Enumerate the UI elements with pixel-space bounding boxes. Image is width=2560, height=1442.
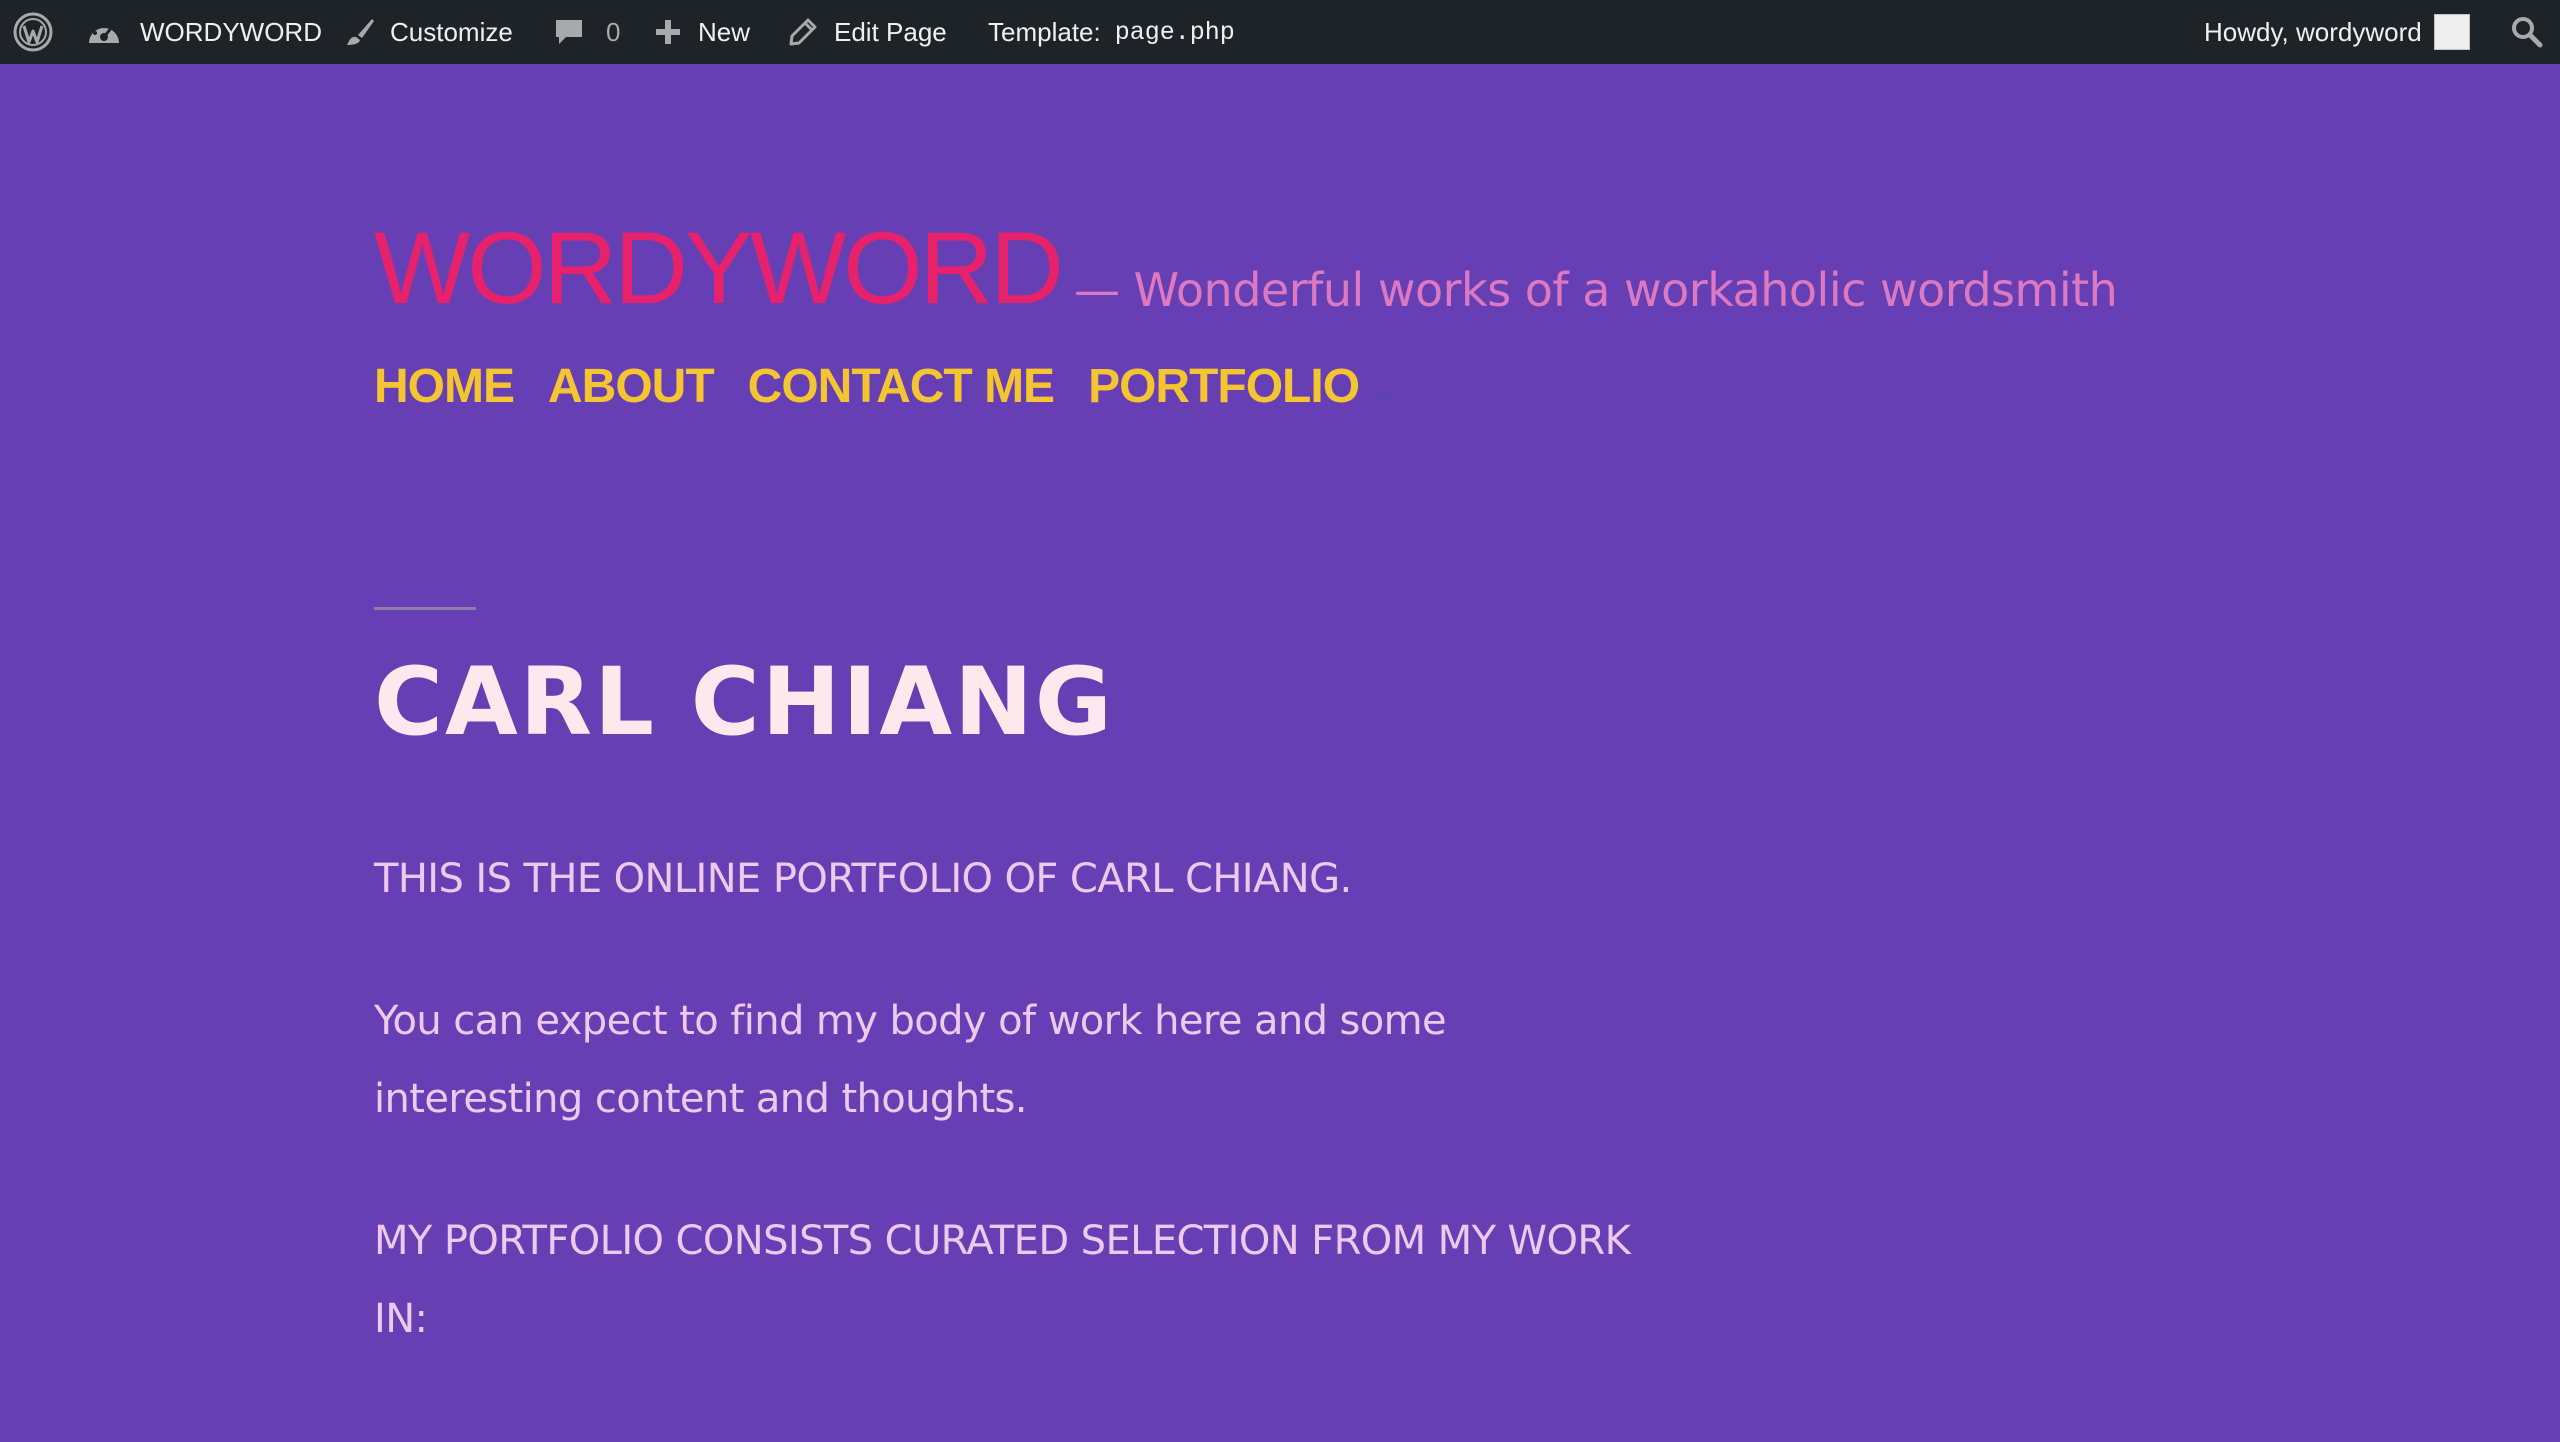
paintbrush-icon	[344, 16, 376, 48]
comments-link[interactable]: 0	[554, 0, 620, 64]
template-file: page.php	[1114, 17, 1235, 47]
edit-page-label: Edit Page	[834, 16, 947, 47]
comments-count: 0	[606, 16, 621, 47]
new-label: New	[698, 16, 751, 47]
nav-item-home[interactable]: HOME	[374, 355, 515, 419]
customize-label: Customize	[390, 16, 513, 47]
portfolio-paragraph: MY PORTFOLIO CONSISTS CURATED SELECTION …	[374, 1218, 1631, 1342]
nav-item-portfolio[interactable]: PORTFOLIO	[1088, 355, 1360, 419]
template-info[interactable]: Template: page.php	[988, 0, 1235, 64]
title-divider	[374, 607, 476, 610]
wordpress-logo-icon[interactable]	[12, 0, 54, 64]
intro-paragraph: THIS IS THE ONLINE PORTFOLIO OF CARL CHI…	[374, 856, 1352, 902]
nav-item-about[interactable]: ABOUT	[548, 355, 715, 419]
primary-navigation: HOME ABOUT CONTACT ME PORTFOLIO	[374, 352, 1397, 422]
plus-icon	[654, 18, 682, 46]
site-tagline: — Wonderful works of a workaholic wordsm…	[1074, 263, 2118, 317]
greeting-label: Howdy, wordyword	[2204, 16, 2422, 47]
search-icon[interactable]	[2510, 0, 2544, 64]
admin-bar: WORDYWORD Customize 0 New Edit Page Temp…	[0, 0, 2560, 64]
avatar	[2433, 14, 2470, 50]
new-content-menu[interactable]: New	[654, 0, 750, 64]
chevron-down-icon[interactable]	[1371, 358, 1397, 422]
customize-link[interactable]: Customize	[344, 0, 513, 64]
description-paragraph: You can expect to find my body of work h…	[374, 998, 1447, 1122]
comment-bubble-icon	[554, 17, 584, 47]
site-name-menu[interactable]: WORDYWORD	[86, 0, 322, 64]
my-account-menu[interactable]: Howdy, wordyword	[2204, 0, 2470, 64]
edit-page-link[interactable]: Edit Page	[788, 0, 947, 64]
dashboard-gauge-icon	[86, 17, 122, 47]
template-label: Template:	[988, 16, 1101, 47]
site-name-label: WORDYWORD	[140, 16, 322, 47]
page-title: CARL CHIANG	[374, 648, 1114, 757]
site-title[interactable]: WORDYWORD	[374, 210, 1064, 326]
nav-item-contact[interactable]: CONTACT ME	[748, 355, 1055, 419]
pencil-icon	[788, 17, 818, 47]
